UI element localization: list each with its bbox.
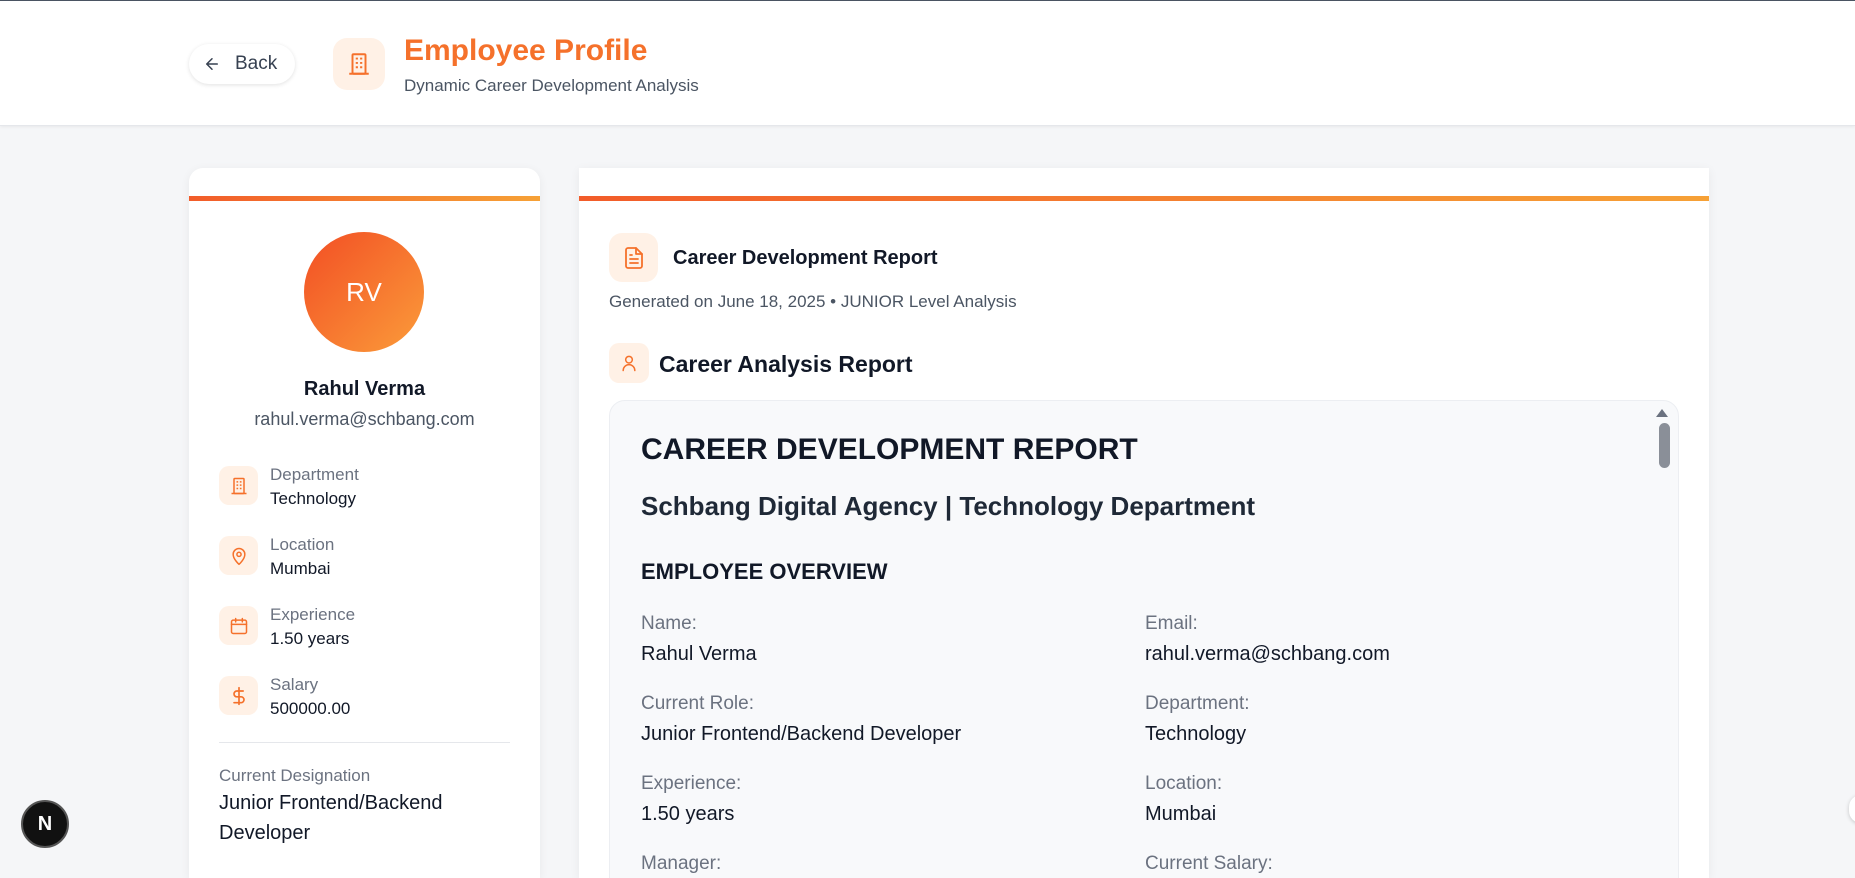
edge-toggle-button[interactable]: [1849, 795, 1855, 823]
report-title: Career Development Report: [673, 247, 938, 269]
field-label: Location:: [1145, 773, 1223, 794]
report-card: Career Development Report Generated on J…: [579, 168, 1709, 878]
accent-bar: [579, 196, 1709, 201]
info-value: 500000.00: [270, 699, 351, 718]
page-subtitle: Dynamic Career Development Analysis: [404, 76, 699, 95]
report-meta: Generated on June 18, 2025 • JUNIOR Leve…: [609, 292, 1017, 311]
info-salary: Salary 500000.00: [219, 674, 350, 726]
report-content[interactable]: CAREER DEVELOPMENT REPORT Schbang Digita…: [609, 400, 1679, 878]
arrow-left-icon: [206, 58, 218, 70]
field-label: Name:: [641, 613, 697, 634]
field-label: Current Role:: [641, 693, 754, 714]
building-icon: [219, 466, 258, 505]
designation-value: Junior Frontend/Backend Developer: [219, 792, 443, 844]
accent-bar: [189, 196, 540, 201]
field-label: Manager:: [641, 853, 722, 874]
back-button[interactable]: Back: [189, 44, 295, 84]
field-value: rahul.verma@schbang.com: [1145, 643, 1390, 665]
section-heading: EMPLOYEE OVERVIEW: [641, 559, 888, 584]
info-experience: Experience 1.50 years: [219, 604, 355, 656]
field-label: Experience:: [641, 773, 742, 794]
designation-label: Current Designation: [219, 766, 371, 785]
profile-card: RV Rahul Verma rahul.verma@schbang.com D…: [189, 168, 540, 878]
analysis-title: Career Analysis Report: [659, 351, 913, 377]
back-label: Back: [235, 53, 278, 74]
page-header: Back Employee Profile Dynamic Career Dev…: [0, 1, 1855, 126]
info-department: Department Technology: [219, 464, 359, 516]
field-value: Technology: [1145, 723, 1247, 745]
info-label: Experience: [270, 605, 356, 624]
document-icon: [609, 233, 658, 282]
scroll-up-arrow[interactable]: [1656, 409, 1668, 417]
building-icon: [333, 38, 385, 90]
field-value: Mumbai: [1145, 803, 1217, 825]
nextjs-badge[interactable]: N: [21, 800, 69, 848]
field-label: Email:: [1145, 613, 1198, 634]
info-location: Location Mumbai: [219, 534, 334, 586]
employee-name: Rahul Verma: [303, 378, 426, 400]
divider: [219, 742, 510, 743]
map-pin-icon: [219, 536, 258, 575]
field-label: Current Salary:: [1145, 853, 1273, 874]
field-value: 1.50 years: [641, 803, 735, 825]
info-value: Technology: [270, 489, 357, 508]
info-label: Department: [270, 465, 359, 484]
info-label: Location: [270, 535, 335, 554]
info-label: Salary: [270, 675, 319, 694]
field-value: Rahul Verma: [641, 643, 757, 665]
dollar-icon: [219, 676, 258, 715]
employee-email: rahul.verma@schbang.com: [254, 409, 475, 429]
user-icon: [609, 343, 649, 383]
info-value: 1.50 years: [270, 629, 350, 648]
page-title: Employee Profile: [404, 34, 648, 67]
info-value: Mumbai: [270, 559, 331, 578]
report-heading: CAREER DEVELOPMENT REPORT: [641, 433, 1138, 466]
field-label: Department:: [1145, 693, 1250, 714]
field-value: Junior Frontend/Backend Developer: [641, 723, 962, 745]
calendar-icon: [219, 606, 258, 645]
scrollbar-thumb[interactable]: [1659, 423, 1670, 468]
avatar: RV: [304, 232, 424, 352]
report-subheading: Schbang Digital Agency | Technology Depa…: [641, 491, 1256, 521]
